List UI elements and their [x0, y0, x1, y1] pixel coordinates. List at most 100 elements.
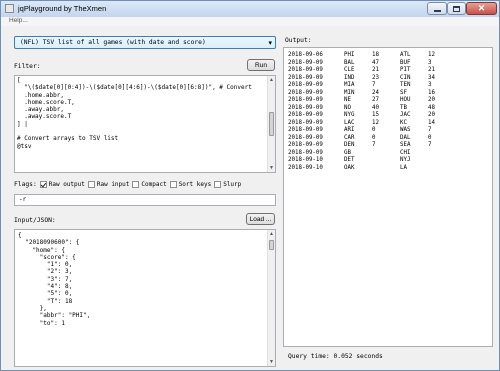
output-cell: 16	[428, 89, 435, 96]
output-cell: NE	[344, 97, 351, 103]
output-cell: BAL	[344, 59, 355, 66]
output-cell: CIN	[400, 74, 411, 81]
output-cell: DEN	[344, 142, 355, 148]
output-cell: 0	[372, 134, 376, 141]
load-button[interactable]: Load ...	[246, 213, 275, 225]
scroll-down-icon[interactable]: ▼	[268, 164, 275, 172]
output-cell: 3	[428, 59, 432, 66]
input-json-editor[interactable]: { "2018090600": { "home": { "score": { "…	[14, 229, 276, 367]
output-cell: NYJ	[400, 157, 411, 163]
output-cell: NO	[344, 104, 351, 111]
run-button[interactable]: Run	[247, 59, 275, 71]
slurp-label: Slurp	[223, 180, 242, 188]
output-cell: TB	[400, 104, 407, 111]
output-cell: 40	[372, 104, 379, 111]
input-json-text: { "2018090600": { "home": { "score": { "…	[18, 232, 91, 327]
args-input[interactable]: -r	[14, 194, 276, 206]
scroll-up-icon[interactable]: ▲	[268, 230, 275, 238]
output-cell: 47	[372, 59, 379, 66]
output-cell: 12	[372, 119, 379, 126]
query-time: Query time: 0.052 seconds	[288, 353, 383, 360]
checkbox-checked-icon	[39, 180, 47, 188]
output-cell: OAK	[344, 164, 355, 171]
output-cell: PHI	[344, 52, 355, 58]
close-icon: ✕	[477, 3, 486, 13]
output-cell: 7	[372, 82, 376, 88]
output-cell: 0	[428, 134, 432, 141]
maximize-button[interactable]	[447, 2, 466, 15]
scroll-thumb[interactable]	[269, 240, 274, 250]
checkbox-icon	[214, 180, 222, 188]
checkbox-icon	[87, 180, 95, 188]
flags-row: Flags: Raw output Raw input Compact Sort…	[14, 179, 244, 189]
output-cell: CLE	[344, 67, 355, 73]
output-cell: MIA	[344, 82, 355, 88]
output-cell: 2018-09-09	[288, 89, 323, 96]
preset-dropdown[interactable]: (NFL) TSV list of all games (with date a…	[14, 36, 276, 49]
output-cell: SEA	[400, 142, 411, 148]
menu-help[interactable]: Help...	[9, 17, 28, 24]
output-cell: 21	[372, 67, 379, 73]
output-cell: DAL	[400, 134, 411, 141]
sort-keys-checkbox[interactable]: Sort keys	[169, 180, 212, 188]
filter-code: [ "\($date[0][0:4])-\($date[0][4:6])-\($…	[17, 77, 252, 150]
filter-scrollbar[interactable]: ▲ ▼	[267, 76, 275, 172]
output-cell: 2018-09-09	[288, 104, 323, 111]
scroll-down-icon[interactable]: ▼	[268, 358, 275, 366]
compact-label: Compact	[141, 180, 167, 188]
output-cell: GB	[344, 149, 351, 156]
output-label: Output:	[285, 37, 312, 44]
flags-label: Flags:	[14, 180, 37, 188]
app-window: jqPlayground by TheXmen ✕ Help... (NFL) …	[0, 0, 500, 371]
output-cell: BUF	[400, 59, 411, 66]
output-cell: 2018-09-09	[288, 97, 323, 103]
filter-editor[interactable]: [ "\($date[0][0:4])-\($date[0][4:6])-\($…	[14, 75, 276, 173]
raw-output-checkbox[interactable]: Raw output	[39, 180, 85, 188]
output-cell: KC	[400, 119, 407, 126]
output-cell: 2018-09-09	[288, 127, 323, 133]
output-cell: HOU	[400, 97, 411, 103]
output-cell: 20	[428, 112, 435, 118]
close-button[interactable]: ✕	[466, 2, 497, 15]
output-cell: SF	[400, 89, 407, 96]
output-cell: 2018-09-06	[288, 52, 323, 58]
output-cell: 2018-09-09	[288, 119, 323, 126]
minimize-icon	[433, 10, 441, 12]
output-cell: 7	[428, 127, 432, 133]
output-cell: 21	[428, 67, 435, 73]
raw-input-checkbox[interactable]: Raw input	[87, 180, 130, 188]
output-cell: 2018-09-09	[288, 134, 323, 141]
output-cell: 18	[372, 52, 379, 58]
raw-input-label: Raw input	[96, 180, 130, 188]
output-cell: 48	[428, 104, 435, 111]
sort-keys-label: Sort keys	[178, 180, 212, 188]
slurp-checkbox[interactable]: Slurp	[214, 180, 242, 188]
output-cell: TEN	[400, 82, 411, 88]
args-value: -r	[19, 196, 27, 203]
scroll-up-icon[interactable]: ▲	[268, 76, 275, 84]
input-label: Input/JSON:	[14, 217, 56, 224]
menu-bar: Help...	[1, 17, 499, 26]
output-cell: 2018-09-09	[288, 82, 323, 88]
output-cell: WAS	[400, 127, 411, 133]
output-cell: 23	[372, 74, 379, 81]
input-scrollbar[interactable]: ▲ ▼	[267, 230, 275, 366]
output-cell: 3	[428, 82, 432, 88]
output-cell: 24	[372, 89, 379, 96]
compact-checkbox[interactable]: Compact	[132, 180, 167, 188]
output-cell: 34	[428, 74, 435, 81]
output-cell: 2018-09-09	[288, 112, 323, 118]
output-cell: 27	[372, 97, 379, 103]
minimize-button[interactable]	[427, 2, 447, 15]
output-cell: IND	[344, 74, 355, 81]
window-title: jqPlayground by TheXmen	[18, 4, 107, 13]
output-cell: ATL	[400, 52, 411, 58]
title-bar[interactable]: jqPlayground by TheXmen ✕	[1, 1, 499, 17]
output-cell: LAC	[344, 119, 355, 126]
output-cell: NYG	[344, 112, 355, 118]
output-panel[interactable]: 2018-09-06 PHI 18 ATL 12 2018-09-09 BAL 47 BUF 3 2…	[283, 47, 493, 347]
filter-label: Filter:	[14, 63, 41, 70]
output-cell: 2018-09-09	[288, 142, 323, 148]
output-cell: 12	[428, 52, 435, 58]
scroll-thumb[interactable]	[269, 112, 274, 136]
